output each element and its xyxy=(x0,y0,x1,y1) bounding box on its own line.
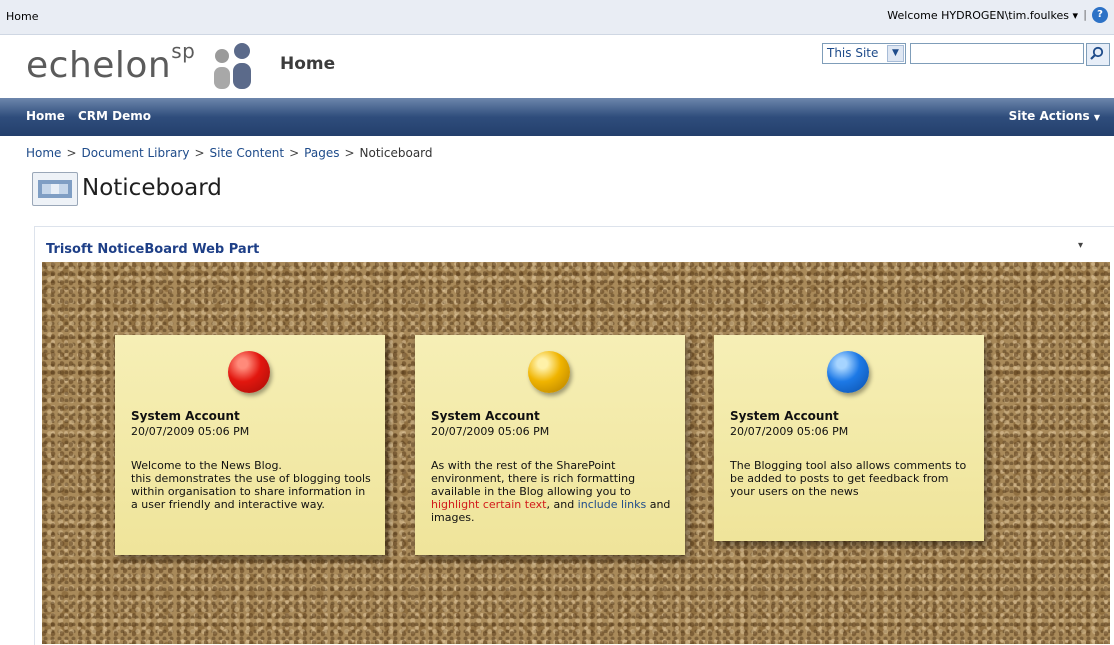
logo-text: echelon xyxy=(26,45,172,86)
top-nav-bar: Home CRM Demo Site Actions ▼ xyxy=(0,98,1114,136)
logo-superscript: sp xyxy=(171,39,196,63)
chevron-down-icon: ▾ xyxy=(1072,9,1078,22)
site-title: Home xyxy=(280,54,336,74)
note-highlight-text: highlight certain text xyxy=(431,498,547,511)
pin-icon xyxy=(827,351,869,393)
note-line: Welcome to the News Blog. xyxy=(131,459,282,472)
breadcrumb-separator: > xyxy=(194,146,205,160)
note-card: System Account 20/07/2009 05:06 PM The B… xyxy=(714,335,984,541)
note-date: 20/07/2009 05:06 PM xyxy=(431,425,550,438)
web-part-menu-icon[interactable]: ▾ xyxy=(1078,240,1083,251)
chevron-down-icon: ▼ xyxy=(887,45,904,62)
nav-crm-demo[interactable]: CRM Demo xyxy=(78,109,151,123)
site-actions-label: Site Actions xyxy=(1008,109,1090,123)
note-body: The Blogging tool also allows comments t… xyxy=(730,459,967,498)
pin-icon xyxy=(528,351,570,393)
note-card: System Account 20/07/2009 05:06 PM As wi… xyxy=(415,335,685,555)
note-text: , and xyxy=(546,498,578,511)
breadcrumb-separator: > xyxy=(344,146,355,160)
top-bar: Home Welcome HYDROGEN\tim.foulkes ▾ | ? xyxy=(0,0,1114,35)
note-link[interactable]: include links xyxy=(578,498,647,511)
note-date: 20/07/2009 05:06 PM xyxy=(131,425,250,438)
search-button[interactable] xyxy=(1086,43,1110,66)
site-header: echelonsp Home This Site ▼ xyxy=(0,35,1114,98)
note-author: System Account xyxy=(431,409,540,423)
note-author: System Account xyxy=(730,409,839,423)
topbar-home-link[interactable]: Home xyxy=(6,10,38,23)
welcome-menu[interactable]: Welcome HYDROGEN\tim.foulkes ▾ xyxy=(887,9,1078,22)
web-part-title[interactable]: Trisoft NoticeBoard Web Part xyxy=(46,242,259,257)
people-logo-icon xyxy=(214,43,251,89)
note-date: 20/07/2009 05:06 PM xyxy=(730,425,849,438)
nav-home[interactable]: Home xyxy=(26,109,65,123)
note-card: System Account 20/07/2009 05:06 PM Welco… xyxy=(115,335,385,555)
breadcrumb-current: Noticeboard xyxy=(359,146,433,160)
breadcrumb-separator: > xyxy=(66,146,77,160)
page-title: Noticeboard xyxy=(82,175,222,201)
note-body: Welcome to the News Blog. this demonstra… xyxy=(131,459,371,511)
chevron-down-icon: ▼ xyxy=(1093,113,1100,122)
pin-icon xyxy=(228,351,270,393)
page-icon xyxy=(32,172,78,206)
logo[interactable]: echelonsp xyxy=(26,39,195,86)
breadcrumb-separator: > xyxy=(289,146,300,160)
note-author: System Account xyxy=(131,409,240,423)
search-icon xyxy=(1090,46,1104,60)
site-actions-menu[interactable]: Site Actions ▼ xyxy=(1009,109,1100,123)
breadcrumb-document-library[interactable]: Document Library xyxy=(82,146,190,160)
topbar-separator: | xyxy=(1083,8,1087,21)
help-icon[interactable]: ? xyxy=(1092,7,1108,23)
search-input[interactable] xyxy=(910,43,1084,64)
search-scope-value: This Site xyxy=(827,46,879,60)
corkboard: System Account 20/07/2009 05:06 PM Welco… xyxy=(42,262,1110,644)
breadcrumb-pages[interactable]: Pages xyxy=(304,146,339,160)
welcome-text: Welcome HYDROGEN\tim.foulkes xyxy=(887,9,1069,22)
breadcrumb-site-content[interactable]: Site Content xyxy=(210,146,285,160)
breadcrumb: Home > Document Library > Site Content > Pages… xyxy=(26,146,433,160)
note-body: As with the rest of the SharePoint envir… xyxy=(431,459,671,524)
breadcrumb-home[interactable]: Home xyxy=(26,146,61,160)
search-scope-select[interactable]: This Site ▼ xyxy=(822,43,906,64)
note-line: this demonstrates the use of blogging to… xyxy=(131,472,371,511)
note-text: As with the rest of the SharePoint envir… xyxy=(431,459,636,498)
